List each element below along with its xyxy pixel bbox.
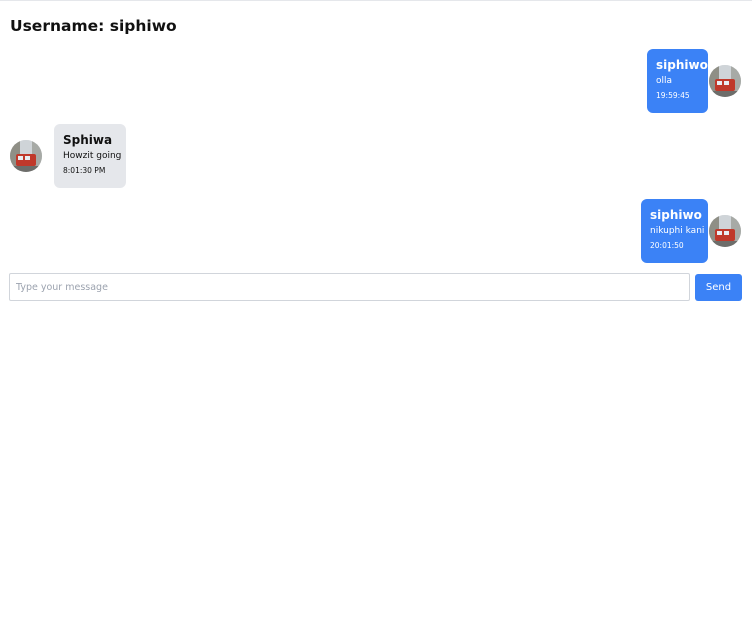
user-avatar-icon (709, 65, 741, 97)
message-bubble: Sphiwa Howzit going 8:01:30 PM (54, 124, 126, 188)
message-time: 19:59:45 (656, 91, 690, 100)
message-row: Sphiwa Howzit going 8:01:30 PM (0, 124, 752, 190)
message-row: siphiwo olla 19:59:45 (0, 49, 752, 115)
username-heading: Username: siphiwo (10, 17, 177, 35)
message-text: Howzit going (63, 151, 122, 161)
message-text: olla (656, 76, 673, 86)
message-sender: Sphiwa (63, 133, 113, 147)
message-time: 20:01:50 (650, 241, 684, 250)
message-bubble: siphiwo olla 19:59:45 (647, 49, 708, 113)
message-text: nikuphi kani (650, 226, 705, 236)
message-bubble: siphiwo nikuphi kani 20:01:50 (641, 199, 708, 263)
user-avatar-icon (709, 215, 741, 247)
message-sender: siphiwo (650, 208, 702, 222)
message-input[interactable] (9, 273, 690, 301)
top-border (0, 0, 752, 1)
send-button[interactable]: Send (695, 274, 742, 301)
message-time: 8:01:30 PM (63, 166, 106, 175)
message-sender: siphiwo (656, 58, 708, 72)
user-avatar-icon (10, 140, 42, 172)
message-row: siphiwo nikuphi kani 20:01:50 (0, 199, 752, 265)
chat-page: Username: siphiwo siphiwo olla 19:59:45 (0, 0, 752, 639)
message-composer: Send (9, 273, 742, 302)
